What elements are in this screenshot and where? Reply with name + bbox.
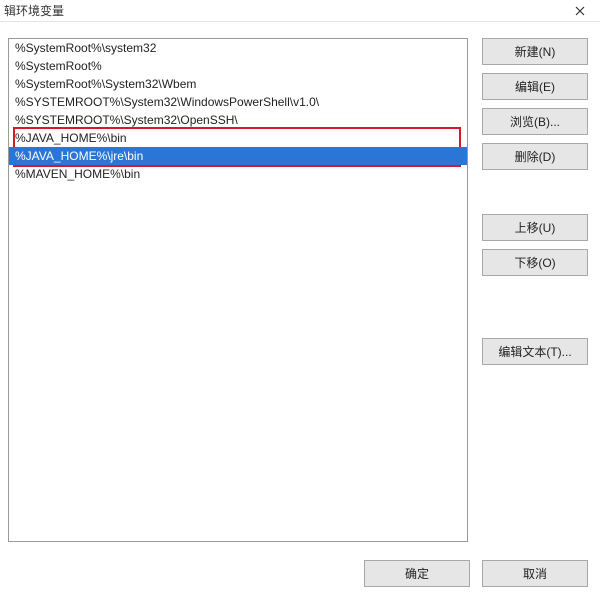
path-listbox[interactable]: %SystemRoot%\system32%SystemRoot%%System…	[8, 38, 468, 542]
new-button[interactable]: 新建(N)	[482, 38, 588, 65]
list-item[interactable]: %MAVEN_HOME%\bin	[9, 165, 467, 183]
list-item[interactable]: %JAVA_HOME%\bin	[9, 129, 467, 147]
delete-button[interactable]: 删除(D)	[482, 143, 588, 170]
ok-button[interactable]: 确定	[364, 560, 470, 587]
list-item[interactable]: %SYSTEMROOT%\System32\OpenSSH\	[9, 111, 467, 129]
button-sidebar: 新建(N) 编辑(E) 浏览(B)... 删除(D) 上移(U) 下移(O) 编…	[482, 38, 588, 542]
close-button[interactable]	[560, 0, 600, 22]
cancel-button[interactable]: 取消	[482, 560, 588, 587]
titlebar: 辑环境变量	[0, 0, 600, 22]
list-item[interactable]: %JAVA_HOME%\jre\bin	[9, 147, 467, 165]
window-title: 辑环境变量	[4, 2, 64, 19]
list-item[interactable]: %SYSTEMROOT%\System32\WindowsPowerShell\…	[9, 93, 467, 111]
movedown-button[interactable]: 下移(O)	[482, 249, 588, 276]
content-area: %SystemRoot%\system32%SystemRoot%%System…	[0, 22, 600, 542]
list-item[interactable]: %SystemRoot%\system32	[9, 39, 467, 57]
close-icon	[575, 6, 585, 16]
edit-button[interactable]: 编辑(E)	[482, 73, 588, 100]
browse-button[interactable]: 浏览(B)...	[482, 108, 588, 135]
list-item[interactable]: %SystemRoot%\System32\Wbem	[9, 75, 467, 93]
dialog-footer: 确定 取消	[0, 542, 600, 587]
edittext-button[interactable]: 编辑文本(T)...	[482, 338, 588, 365]
moveup-button[interactable]: 上移(U)	[482, 214, 588, 241]
list-item[interactable]: %SystemRoot%	[9, 57, 467, 75]
